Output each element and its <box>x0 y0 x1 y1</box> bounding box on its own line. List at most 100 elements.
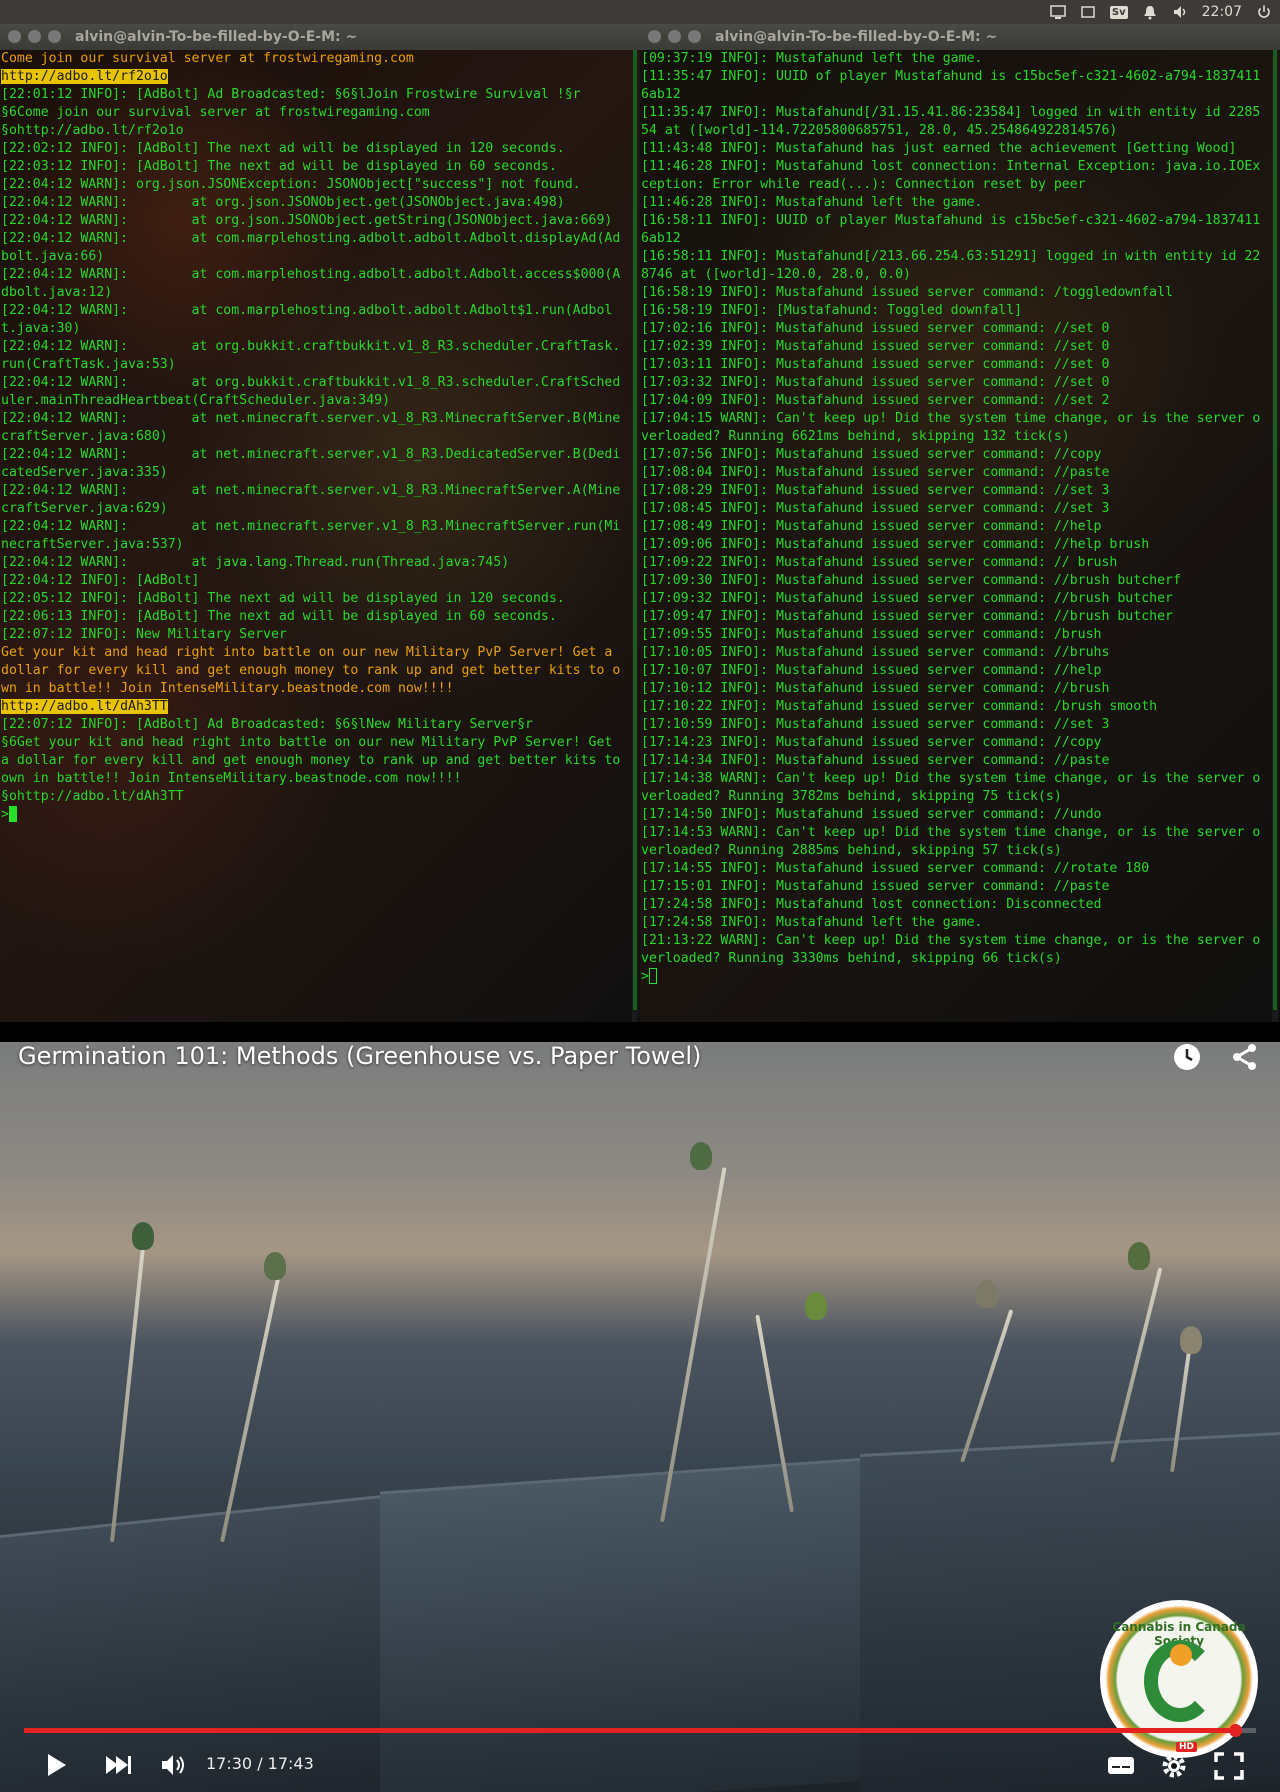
captions-icon[interactable] <box>1106 1752 1136 1782</box>
watch-later-icon[interactable] <box>1172 1042 1202 1076</box>
close-button[interactable] <box>648 30 661 43</box>
console-line: [22:04:12 WARN]: org.json.JSONException:… <box>1 177 581 192</box>
player-controls: 17:30 / 17:43 HD <box>0 1740 1280 1792</box>
console-line: [17:09:06 INFO]: Mustafahund issued serv… <box>641 537 1150 552</box>
highlighted-link[interactable]: http://adbo.lt/dAh3TT <box>1 699 168 714</box>
top-panel: Sv 22:07 <box>0 0 1280 24</box>
seedling-leaf <box>805 1292 827 1320</box>
console-line: [17:03:32 INFO]: Mustafahund issued serv… <box>641 375 1110 390</box>
console-line: [22:06:13 INFO]: [AdBolt] The next ad wi… <box>1 609 557 624</box>
console-line: [17:14:50 INFO]: Mustafahund issued serv… <box>641 807 1102 822</box>
share-icon[interactable] <box>1230 1042 1260 1076</box>
console-line: [22:04:12 WARN]: at org.json.JSONObject.… <box>1 195 565 210</box>
volume-icon[interactable] <box>160 1752 188 1782</box>
console-line: [16:58:19 INFO]: [Mustafahund: Toggled d… <box>641 303 1023 318</box>
maximize-button[interactable] <box>688 30 701 43</box>
terminal-window-left[interactable]: alvin@alvin-To-be-filled-by-O-E-M: ~ Com… <box>0 24 640 1022</box>
console-line: [17:14:38 WARN]: Can't keep up! Did the … <box>641 771 1261 804</box>
seedling-leaf <box>976 1280 998 1308</box>
window-title: alvin@alvin-To-be-filled-by-O-E-M: ~ <box>75 29 358 45</box>
console-line: [22:07:12 INFO]: New Military Server <box>1 627 287 642</box>
console-line: http://adbo.lt/rf2o1o <box>1 68 623 86</box>
terminal-window-right[interactable]: alvin@alvin-To-be-filled-by-O-E-M: ~ [09… <box>640 24 1280 1022</box>
video-title[interactable]: Germination 101: Methods (Greenhouse vs.… <box>18 1042 701 1070</box>
console-line: [21:13:22 WARN]: Can't keep up! Did the … <box>641 933 1261 966</box>
console-line: [22:02:12 INFO]: [AdBolt] The next ad wi… <box>1 141 565 156</box>
play-icon[interactable] <box>44 1752 70 1782</box>
video-player[interactable]: Germination 101: Methods (Greenhouse vs.… <box>0 1022 1280 1792</box>
seedling-leaf <box>690 1142 712 1170</box>
text-cursor <box>648 968 657 984</box>
console-line: [17:10:05 INFO]: Mustafahund issued serv… <box>641 645 1110 660</box>
console-line: [22:01:12 INFO]: [AdBolt] Ad Broadcasted… <box>1 87 581 102</box>
console-line: [22:07:12 INFO]: [AdBolt] Ad Broadcasted… <box>1 717 533 732</box>
console-line: [17:09:22 INFO]: Mustafahund issued serv… <box>641 555 1118 570</box>
fullscreen-icon[interactable] <box>1214 1752 1244 1784</box>
highlighted-link[interactable]: http://adbo.lt/rf2o1o <box>1 69 168 84</box>
scrollbar[interactable] <box>1272 50 1278 1022</box>
progress-bar[interactable] <box>24 1724 1256 1737</box>
console-line: [16:58:11 INFO]: UUID of player Mustafah… <box>641 213 1261 246</box>
seedling-stem <box>960 1309 1014 1463</box>
terminal-output[interactable]: [09:37:19 INFO]: Mustafahund left the ga… <box>640 50 1280 1022</box>
window-icon[interactable] <box>1080 4 1096 20</box>
minimize-button[interactable] <box>668 30 681 43</box>
terminal-titlebar[interactable]: alvin@alvin-To-be-filled-by-O-E-M: ~ <box>640 24 1280 50</box>
console-line: [22:04:12 WARN]: at net.minecraft.server… <box>1 411 621 444</box>
console-line: [22:04:12 WARN]: at net.minecraft.server… <box>1 519 621 552</box>
console-line: §6Come join our survival server at frost… <box>1 105 430 120</box>
console-line: [22:04:12 WARN]: at com.marplehosting.ad… <box>1 267 621 300</box>
maximize-button[interactable] <box>48 30 61 43</box>
console-line: [17:10:12 INFO]: Mustafahund issued serv… <box>641 681 1110 696</box>
video-frame[interactable] <box>0 1042 1280 1792</box>
seedling-leaf <box>264 1252 286 1280</box>
hd-badge: HD <box>1176 1742 1198 1752</box>
settings-gear-icon[interactable] <box>1160 1752 1188 1784</box>
seedling-stem <box>1110 1267 1163 1463</box>
console-line: §6Get your kit and head right into battl… <box>1 735 629 786</box>
next-icon[interactable] <box>104 1752 132 1782</box>
console-line: [17:14:55 INFO]: Mustafahund issued serv… <box>641 861 1150 876</box>
console-line: [11:35:47 INFO]: Mustafahund[/31.15.41.8… <box>641 105 1261 138</box>
console-line: [17:02:16 INFO]: Mustafahund issued serv… <box>641 321 1110 336</box>
console-line: §ohttp://adbo.lt/rf2o1o <box>1 123 184 138</box>
keyboard-layout-indicator[interactable]: Sv <box>1109 5 1128 19</box>
time-display: 17:30 / 17:43 <box>206 1754 314 1773</box>
console-line: [17:10:59 INFO]: Mustafahund issued serv… <box>641 717 1110 732</box>
clock[interactable]: 22:07 <box>1202 4 1242 20</box>
window-title: alvin@alvin-To-be-filled-by-O-E-M: ~ <box>715 29 998 45</box>
console-line: [17:10:22 INFO]: Mustafahund issued serv… <box>641 699 1158 714</box>
command-prompt[interactable]: > <box>641 968 1263 986</box>
terminal-output[interactable]: Come join our survival server at frostwi… <box>0 50 640 1022</box>
console-line: [17:09:55 INFO]: Mustafahund issued serv… <box>641 627 1102 642</box>
scrollbar[interactable] <box>632 50 638 1022</box>
console-line: [22:05:12 INFO]: [AdBolt] The next ad wi… <box>1 591 565 606</box>
volume-icon[interactable] <box>1172 4 1188 20</box>
console-lines: Come join our survival server at frostwi… <box>1 50 623 824</box>
command-prompt[interactable]: > <box>1 806 623 824</box>
console-line: [11:46:28 INFO]: Mustafahund lost connec… <box>641 159 1261 192</box>
console-line: [22:03:12 INFO]: [AdBolt] The next ad wi… <box>1 159 557 174</box>
console-line: http://adbo.lt/dAh3TT <box>1 698 623 716</box>
console-line: §ohttp://adbo.lt/dAh3TT <box>1 789 184 804</box>
monitor-icon[interactable] <box>1050 4 1066 20</box>
system-tray: Sv 22:07 <box>1050 0 1272 24</box>
progress-scrubber[interactable] <box>1229 1724 1243 1737</box>
console-line: [16:58:11 INFO]: Mustafahund[/213.66.254… <box>641 249 1261 282</box>
console-line: [11:43:48 INFO]: Mustafahund has just ea… <box>641 141 1237 156</box>
console-line: [22:04:12 WARN]: at net.minecraft.server… <box>1 483 621 516</box>
bell-icon[interactable] <box>1142 4 1158 20</box>
terminal-titlebar[interactable]: alvin@alvin-To-be-filled-by-O-E-M: ~ <box>0 24 640 50</box>
console-line: [22:04:12 WARN]: at org.bukkit.craftbukk… <box>1 375 621 408</box>
minimize-button[interactable] <box>28 30 41 43</box>
console-line: [17:02:39 INFO]: Mustafahund issued serv… <box>641 339 1110 354</box>
console-line: [17:09:30 INFO]: Mustafahund issued serv… <box>641 573 1181 588</box>
console-line: [22:04:12 WARN]: at java.lang.Thread.run… <box>1 555 510 570</box>
console-line: [17:14:34 INFO]: Mustafahund issued serv… <box>641 753 1110 768</box>
progress-played <box>24 1728 1236 1733</box>
console-line: [22:04:12 INFO]: [AdBolt] <box>1 573 200 588</box>
console-line: [17:03:11 INFO]: Mustafahund issued serv… <box>641 357 1110 372</box>
close-button[interactable] <box>8 30 21 43</box>
console-line: [17:14:23 INFO]: Mustafahund issued serv… <box>641 735 1102 750</box>
power-icon[interactable] <box>1256 4 1272 20</box>
